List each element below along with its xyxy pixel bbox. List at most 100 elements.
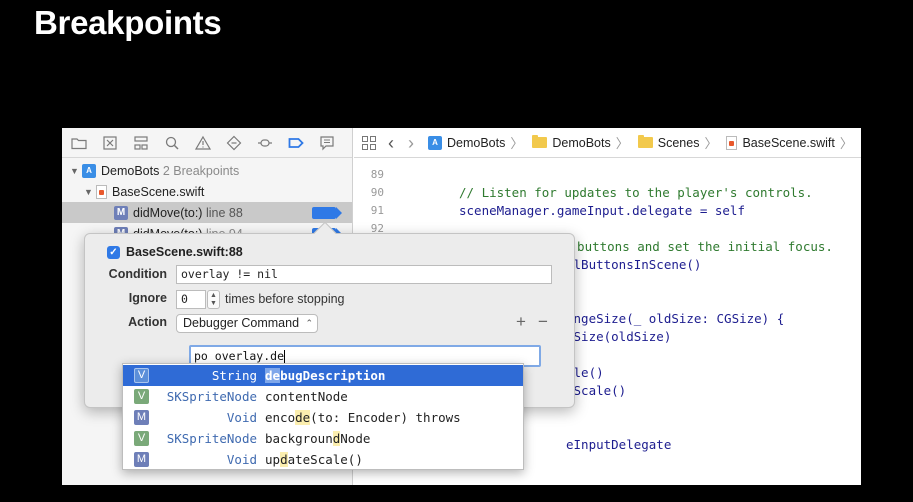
ignore-label: Ignore [128, 291, 167, 305]
remove-action-button[interactable]: − [538, 313, 548, 330]
chevron-updown-icon: ⌃ [305, 318, 313, 328]
completion-type: String [211, 368, 257, 383]
breakpoint-row[interactable]: M didMove(to:) line 88 [62, 202, 352, 223]
action-label: Action [128, 315, 167, 329]
ignore-stepper[interactable]: ▲ ▼ [207, 290, 220, 309]
breakpoint-line: line 88 [205, 205, 243, 220]
signature-match: de [295, 410, 311, 425]
test-icon[interactable] [223, 132, 245, 154]
completion-item[interactable]: V SKSpriteNode contentNode [123, 386, 523, 407]
breakpoint-enabled-checkbox[interactable]: ✓ [107, 245, 120, 259]
variable-icon: V [134, 368, 149, 383]
search-icon[interactable] [161, 132, 183, 154]
file-row[interactable]: ▼ BaseScene.swift [62, 181, 352, 202]
breakpoint-count: 2 Breakpoints [162, 163, 240, 178]
action-value: Debugger Command [183, 316, 300, 330]
method-icon: M [134, 452, 149, 467]
disclosure-triangle-icon[interactable]: ▼ [70, 166, 82, 176]
breakpoint-method: didMove(to:) [133, 205, 203, 220]
text-caret [284, 350, 286, 363]
debug-icon[interactable] [254, 132, 276, 154]
signature-post: Node [340, 431, 371, 446]
project-icon: A [82, 163, 96, 178]
hierarchy-icon[interactable] [130, 132, 152, 154]
related-items-icon[interactable] [362, 135, 376, 150]
completion-signature: contentNode [265, 386, 348, 407]
source-control-icon[interactable] [99, 132, 121, 154]
warning-icon[interactable] [192, 132, 214, 154]
action-select[interactable]: Debugger Command ⌃ [176, 314, 318, 333]
crumb-label: BaseScene.swift [742, 135, 835, 150]
navigator-toolbar [62, 128, 352, 158]
completion-item[interactable]: V String debugDescription [123, 365, 523, 386]
completion-signature: backgroundNode [265, 428, 370, 449]
completion-signature: debugDescription [265, 365, 385, 386]
line-number[interactable]: 91 [354, 202, 384, 220]
method-icon: M [114, 205, 128, 220]
completion-item[interactable]: M Void updateScale() [123, 449, 523, 470]
code-text: eScale() [566, 383, 627, 398]
code-text: eSize(oldSize) [566, 329, 672, 344]
breakpoint-title: BaseScene.swift:88 [126, 245, 243, 259]
code-text: sceneManager.gameInput.delegate = self [459, 203, 745, 218]
slide-title: Breakpoints [34, 4, 222, 41]
ignore-suffix: times before stopping [225, 292, 345, 306]
method-icon: M [134, 410, 149, 425]
line-number[interactable]: 89 [354, 166, 384, 184]
back-arrow-icon[interactable]: ‹ [388, 134, 394, 152]
line-number[interactable]: 90 [354, 184, 384, 202]
crumb-group[interactable]: DemoBots 〉 [532, 133, 633, 152]
condition-label: Condition [108, 267, 167, 281]
code-line[interactable]: 91 sceneManager.gameInput.delegate = self [354, 202, 861, 220]
folder-icon[interactable] [68, 132, 90, 154]
add-action-button[interactable]: + [516, 313, 526, 330]
completion-type: Void [226, 410, 257, 425]
code-text: llButtonsInScene() [566, 257, 702, 272]
signature-post: bugDescription [280, 368, 386, 383]
breakpoint-header: ✓ BaseScene.swift:88 [107, 245, 243, 259]
signature-post: Node [317, 389, 348, 404]
debugger-command-text: po overlay.de [194, 349, 285, 363]
project-icon: A [428, 135, 442, 150]
autocomplete-list: V String debugDescription V SKSpriteNode cont… [122, 363, 524, 470]
completion-item[interactable]: M Void encode(to: Encoder) throws [123, 407, 523, 428]
completion-signature: updateScale() [265, 449, 363, 470]
signature-pre: up [265, 452, 281, 467]
project-name: DemoBots [101, 163, 160, 178]
code-text: e buttons and set the initial focus. [562, 239, 833, 254]
condition-field[interactable]: overlay != nil [176, 265, 552, 284]
crumb-label: Scenes [657, 135, 700, 150]
jump-bar: ‹ › A DemoBots 〉 DemoBots 〉 Scenes 〉 BaseSce… [354, 128, 861, 158]
swift-file-icon [726, 135, 738, 150]
swift-file-icon [96, 184, 107, 199]
code-line[interactable]: 89 [354, 166, 861, 184]
code-text: angeSize(_ oldSize: CGSize) { [566, 311, 785, 326]
signature-post: (to: Encoder) throws [310, 410, 461, 425]
signature-pre: enco [265, 410, 296, 425]
breakpoint-tree: ▼ A DemoBots 2 Breakpoints ▼ BaseScene.s… [62, 160, 352, 244]
code-text: // Listen for updates to the player's co… [459, 185, 813, 200]
report-icon[interactable] [316, 132, 338, 154]
code-text: eInputDelegate [566, 437, 672, 452]
completion-type: SKSpriteNode [166, 431, 257, 446]
crumb-project[interactable]: A DemoBots 〉 [428, 133, 528, 152]
file-name: BaseScene.swift [112, 184, 205, 199]
signature-pre: content [265, 389, 318, 404]
disclosure-triangle-icon[interactable]: ▼ [84, 187, 96, 197]
variable-icon: V [134, 389, 149, 404]
signature-pre: backgroun [265, 431, 333, 446]
ignore-count-field[interactable]: 0 [176, 290, 206, 309]
code-line[interactable]: 90 // Listen for updates to the player's … [354, 184, 861, 202]
completion-type: Void [226, 452, 257, 467]
completion-signature: encode(to: Encoder) throws [265, 407, 461, 428]
breakpoint-icon[interactable] [285, 132, 307, 154]
signature-match: de [265, 368, 281, 383]
crumb-label: DemoBots [447, 135, 506, 150]
forward-arrow-icon[interactable]: › [408, 134, 414, 152]
breakpoint-indicator-icon[interactable] [312, 206, 342, 219]
crumb-label: DemoBots [552, 135, 611, 150]
project-row[interactable]: ▼ A DemoBots 2 Breakpoints [62, 160, 352, 181]
completion-item[interactable]: V SKSpriteNode backgroundNode [123, 428, 523, 449]
crumb-scenes[interactable]: Scenes 〉 [637, 133, 723, 152]
crumb-file[interactable]: BaseScene.swift 〉 [726, 133, 857, 152]
